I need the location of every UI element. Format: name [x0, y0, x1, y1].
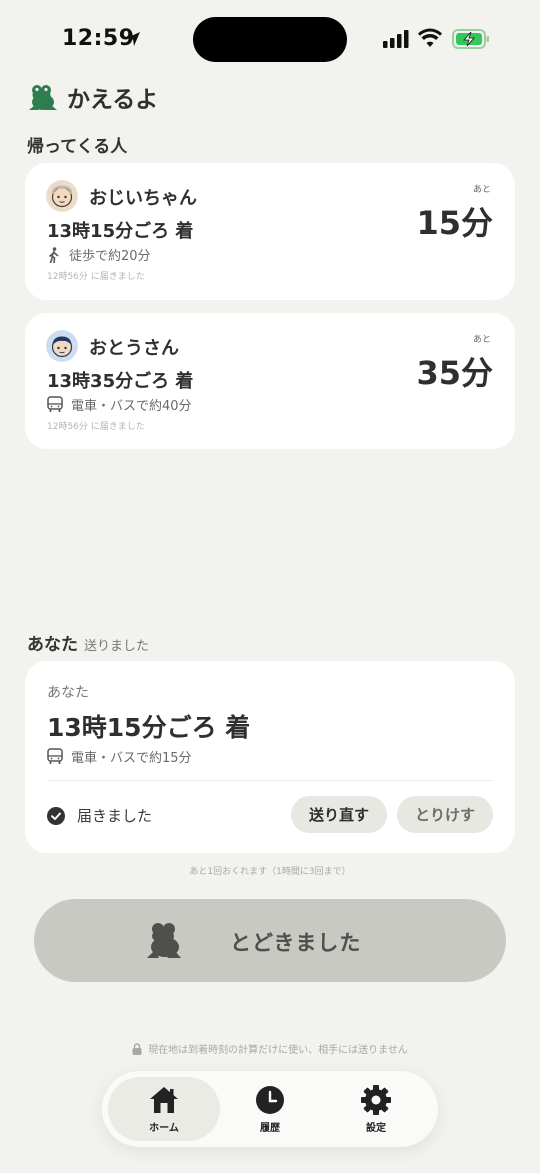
cancel-button[interactable]: とりけす: [397, 796, 493, 833]
dynamic-island: [193, 17, 347, 62]
remain-label: あと: [472, 335, 491, 345]
received-time: 12時56分 に届きました: [47, 422, 145, 432]
you-section-label: あなた: [27, 635, 78, 655]
wifi-icon: [418, 28, 442, 47]
route-text: 徒歩で約20分: [69, 249, 151, 264]
you-section-title: あなた 送りました: [27, 630, 149, 655]
gear-icon: [361, 1085, 391, 1115]
clock-icon: [256, 1086, 284, 1114]
home-icon: [150, 1087, 178, 1113]
father-avatar: [46, 330, 78, 362]
your-name: あなた: [47, 685, 89, 701]
divider: [47, 780, 493, 781]
remain-minutes: 35分: [416, 354, 493, 392]
person-card-grandpa[interactable]: おじいちゃん 13時15分ごろ 着 徒歩で約20分 12時56分 に届きました …: [25, 163, 515, 300]
resend-button[interactable]: 送り直す: [291, 796, 387, 833]
app-name: かえるよ: [67, 87, 159, 113]
tab-label: ホーム: [149, 1123, 179, 1134]
your-arrival-time: 13時15分ごろ 着: [47, 713, 251, 742]
arrived-button-label: とどきました: [230, 931, 362, 955]
person-name: おとうさん: [89, 338, 179, 359]
you-section-status: 送りました: [84, 639, 150, 654]
route-text: 電車・バスで約15分: [71, 751, 192, 766]
your-status-card: あなた 13時15分ごろ 着 電車・バスで約15分 届きました 送り直す とりけ…: [25, 661, 515, 853]
returning-section-title: 帰ってくる人: [27, 137, 128, 157]
privacy-note-text: 現在地は到着時刻の計算だけに使い、相手には送りません: [148, 1045, 408, 1056]
cellular-signal-icon: [383, 30, 409, 48]
route-text: 電車・バスで約40分: [71, 399, 192, 414]
route-info: 電車・バスで約40分: [47, 395, 192, 414]
location-arrow-icon: [126, 32, 140, 46]
frog-icon: [147, 923, 181, 958]
lock-icon: [132, 1042, 142, 1055]
tab-history[interactable]: 履歴: [214, 1077, 326, 1141]
tab-label: 履歴: [260, 1123, 280, 1134]
received-time: 12時56分 に届きました: [47, 272, 145, 282]
bus-icon: [47, 396, 63, 412]
person-card-father[interactable]: おとうさん 13時35分ごろ 着 電車・バスで約40分 12時56分 に届きまし…: [25, 313, 515, 449]
frog-logo-icon: [29, 85, 57, 110]
delivery-status: 届きました: [47, 805, 152, 826]
your-route-info: 電車・バスで約15分: [47, 747, 192, 766]
app-header: かえるよ: [26, 80, 158, 114]
privacy-note: 現在地は到着時刻の計算だけに使い、相手には送りません: [0, 1041, 540, 1056]
tab-home[interactable]: ホーム: [108, 1077, 220, 1141]
person-name: おじいちゃん: [89, 188, 197, 209]
bus-icon: [47, 748, 63, 764]
arrived-button[interactable]: とどきました: [34, 899, 506, 982]
delivery-status-text: 届きました: [77, 807, 153, 825]
route-info: 徒歩で約20分: [47, 245, 151, 264]
tab-label: 設定: [366, 1123, 386, 1134]
walk-icon: [49, 246, 59, 263]
remain-minutes: 15分: [416, 204, 493, 242]
tab-bar: ホーム 履歴 設定: [102, 1071, 438, 1147]
grandpa-avatar: [46, 180, 78, 212]
remaining-sends-note: あと1回おくれます（1時間に3回まで）: [189, 867, 351, 877]
tab-settings[interactable]: 設定: [320, 1077, 432, 1141]
arrival-time: 13時15分ごろ 着: [47, 221, 194, 242]
remain-label: あと: [472, 185, 491, 195]
check-circle-icon: [47, 806, 65, 825]
arrival-time: 13時35分ごろ 着: [47, 371, 194, 392]
battery-charging-icon: [452, 29, 489, 49]
